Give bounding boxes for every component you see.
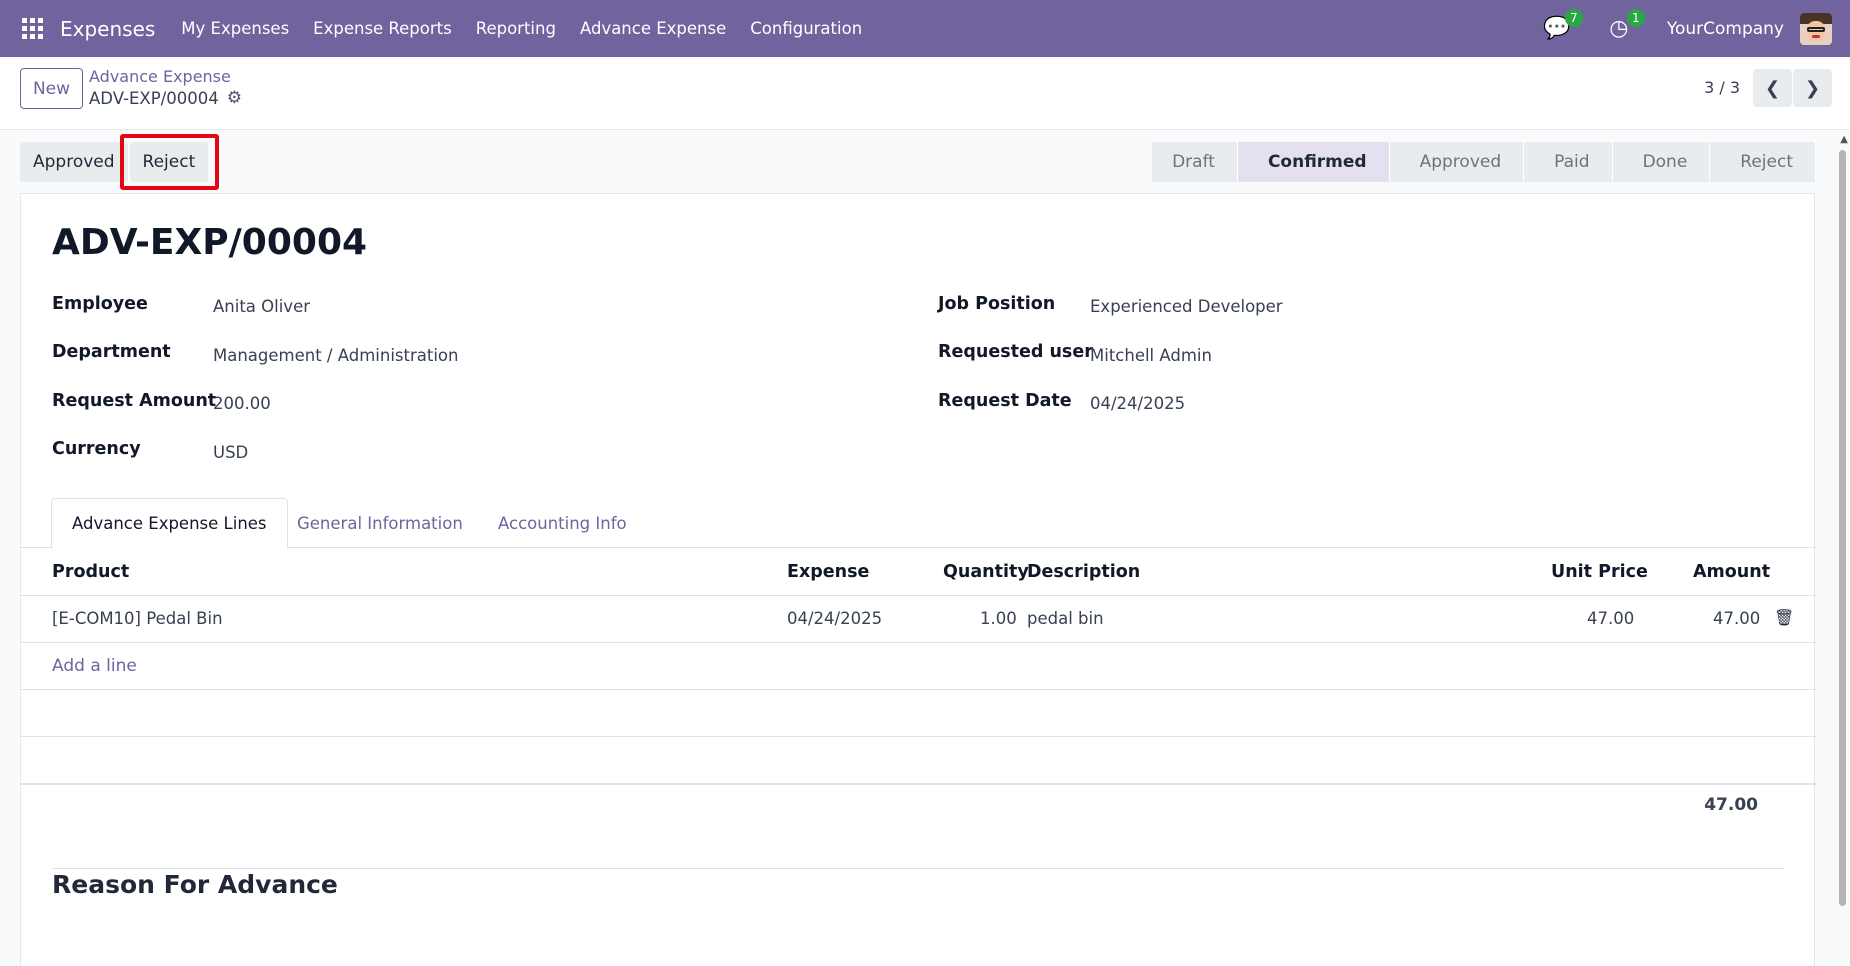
messages-badge: 7 [1564, 8, 1583, 27]
currency-field[interactable]: USD [213, 443, 248, 462]
menu-advance-expense[interactable]: Advance Expense [580, 19, 726, 38]
employee-label: Employee [52, 294, 148, 314]
cell-amount[interactable]: 47.00 [1713, 609, 1760, 628]
reason-heading: Reason For Advance [52, 870, 338, 899]
lines-table-header: Product Expense Quantity Description Uni… [21, 548, 1816, 596]
top-navbar: Expenses My Expenses Expense Reports Rep… [0, 0, 1850, 57]
request-date-field[interactable]: 04/24/2025 [1090, 394, 1185, 413]
header-expense[interactable]: Expense [787, 562, 869, 582]
cell-expense[interactable]: 04/24/2025 [787, 609, 882, 628]
company-switcher[interactable]: YourCompany [1667, 19, 1784, 39]
job-position-label: Job Position [938, 294, 1056, 314]
activities-button[interactable]: ◷ 1 [1605, 8, 1645, 43]
requested-user-label: Requested user [938, 342, 1093, 362]
reject-highlight-box [120, 134, 219, 190]
header-quantity[interactable]: Quantity [943, 562, 1029, 582]
header-product[interactable]: Product [52, 562, 129, 582]
empty-row [21, 737, 1816, 784]
add-line-row: Add a line [21, 643, 1816, 690]
form-sheet: ADV-EXP/00004 Employee Anita Oliver Depa… [20, 193, 1816, 966]
request-amount-field[interactable]: 200.00 [213, 394, 271, 413]
chevron-left-icon: ❮ [1764, 77, 1781, 99]
pager-next-button[interactable]: ❯ [1793, 69, 1832, 107]
trash-icon[interactable]: 🗑 [1774, 608, 1794, 627]
add-line-link[interactable]: Add a line [52, 656, 137, 676]
breadcrumb-current-label: ADV-EXP/00004 [89, 88, 219, 108]
employee-field[interactable]: Anita Oliver [213, 297, 310, 316]
stage-paid[interactable]: Paid [1524, 142, 1613, 182]
stage-confirmed[interactable]: Confirmed [1237, 142, 1390, 182]
control-panel: New Advance Expense ADV-EXP/00004 ⚙ 3 / … [0, 57, 1850, 130]
user-avatar[interactable] [1800, 12, 1832, 45]
breadcrumb-parent[interactable]: Advance Expense [89, 67, 231, 86]
section-divider [52, 868, 1785, 869]
messages-button[interactable]: 💬 7 [1543, 8, 1583, 43]
new-button[interactable]: New [20, 68, 83, 109]
tab-accounting-info[interactable]: Accounting Info [478, 498, 647, 548]
cell-unit-price[interactable]: 47.00 [1587, 609, 1634, 628]
header-amount[interactable]: Amount [1693, 562, 1770, 582]
table-footer-line [21, 783, 1816, 786]
gear-icon[interactable]: ⚙ [227, 88, 242, 108]
chevron-right-icon: ❯ [1804, 77, 1821, 99]
menu-reporting[interactable]: Reporting [476, 19, 556, 38]
pager-value[interactable]: 3 / 3 [1704, 78, 1740, 97]
request-amount-label: Request Amount [52, 391, 217, 411]
header-unit-price[interactable]: Unit Price [1551, 562, 1648, 582]
menu-my-expenses[interactable]: My Expenses [181, 19, 289, 38]
menu-expense-reports[interactable]: Expense Reports [313, 19, 452, 38]
cell-product[interactable]: [E-COM10] Pedal Bin [52, 609, 223, 628]
department-label: Department [52, 342, 171, 362]
app-name[interactable]: Expenses [60, 17, 155, 41]
header-description[interactable]: Description [1027, 562, 1140, 582]
stage-draft[interactable]: Draft [1152, 142, 1238, 182]
currency-label: Currency [52, 439, 141, 459]
empty-row [21, 690, 1816, 737]
apps-grid-icon[interactable] [22, 17, 44, 40]
stage-approved[interactable]: Approved [1389, 142, 1525, 182]
stage-reject[interactable]: Reject [1710, 142, 1816, 182]
pager-previous-button[interactable]: ❮ [1753, 69, 1792, 107]
cell-description[interactable]: pedal bin [1027, 609, 1104, 628]
notebook-tabs: Advance Expense Lines General Informatio… [21, 498, 1816, 549]
cell-quantity[interactable]: 1.00 [980, 609, 1017, 628]
record-title: ADV-EXP/00004 [52, 222, 368, 263]
table-row[interactable]: [E-COM10] Pedal Bin 04/24/2025 1.00 peda… [21, 596, 1816, 643]
tab-advance-expense-lines[interactable]: Advance Expense Lines [51, 498, 288, 549]
lines-total: 47.00 [1704, 795, 1758, 815]
request-date-label: Request Date [938, 391, 1072, 411]
clock-icon: ◷ [1609, 16, 1629, 41]
approved-button[interactable]: Approved [20, 142, 128, 182]
activities-badge: 1 [1626, 8, 1645, 27]
requested-user-field[interactable]: Mitchell Admin [1090, 346, 1212, 365]
status-bar: Draft Confirmed Approved Paid Done Rejec… [1152, 142, 1816, 182]
department-field[interactable]: Management / Administration [213, 346, 458, 365]
breadcrumb-current: ADV-EXP/00004 ⚙ [89, 88, 242, 108]
menu-configuration[interactable]: Configuration [750, 19, 862, 38]
tab-general-information[interactable]: General Information [277, 498, 483, 548]
scrollbar-thumb[interactable] [1839, 150, 1846, 906]
stage-done[interactable]: Done [1612, 142, 1711, 182]
scroll-up-arrow[interactable]: ▲ [1840, 134, 1848, 145]
job-position-field[interactable]: Experienced Developer [1090, 297, 1283, 316]
